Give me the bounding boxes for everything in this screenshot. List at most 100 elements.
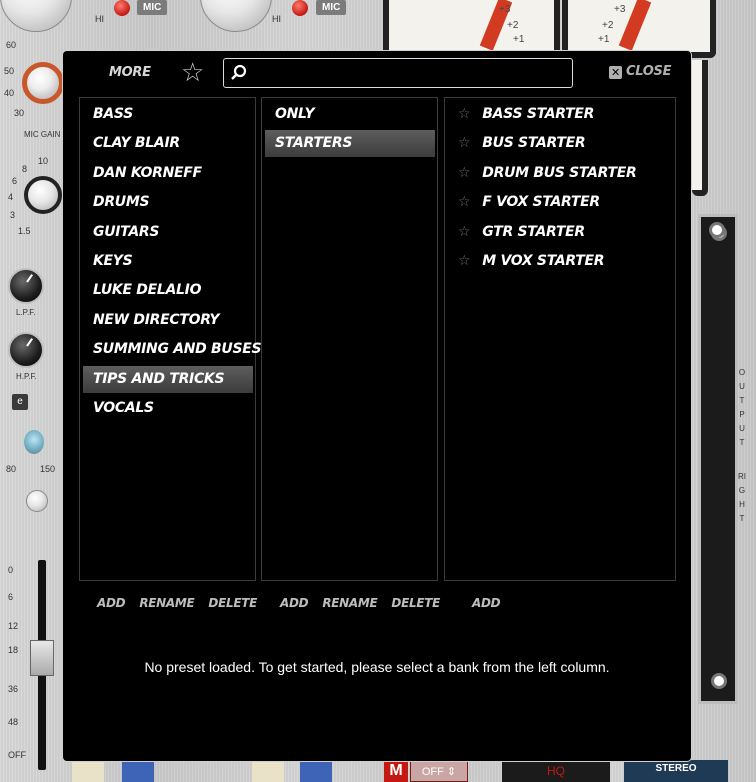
close-icon: ✕ <box>609 66 622 79</box>
search-box[interactable] <box>223 58 573 88</box>
rename-bank-button[interactable]: RENAME <box>139 596 194 610</box>
preset-item-f-vox-starter[interactable]: ☆ F VOX STARTER <box>448 189 672 216</box>
bank-item-luke-delalio[interactable]: LUKE DELALIO <box>83 277 253 304</box>
meter-scale-left-3: +3 <box>499 4 511 15</box>
fader-scale-6: 6 <box>8 592 14 602</box>
gain-scale-30: 30 <box>14 108 25 118</box>
preset-item-bus-starter[interactable]: ☆ BUS STARTER <box>448 130 672 157</box>
fader-handle[interactable] <box>30 640 54 676</box>
banks-actions: ADD RENAME DELETE <box>97 596 271 610</box>
lpf-knob[interactable] <box>8 268 44 304</box>
output-label: OUTPUT <box>738 368 746 447</box>
favorite-star-icon[interactable]: ☆ <box>458 194 471 210</box>
add-bank-button[interactable]: ADD <box>97 596 126 610</box>
preset-item-bass-starter[interactable]: ☆ BASS STARTER <box>448 101 672 128</box>
favorite-star-icon[interactable]: ☆ <box>458 165 471 181</box>
bottom-button-left-2[interactable] <box>122 760 154 782</box>
fader-scale-48: 48 <box>8 717 19 727</box>
mic-led-left[interactable] <box>114 0 130 16</box>
knob2-scale-10: 10 <box>38 156 49 166</box>
knob2-scale-6: 6 <box>12 176 18 186</box>
hpf-label: H.P.F. <box>16 372 37 381</box>
hi-label-2: HI <box>272 14 281 24</box>
favorite-star-icon[interactable]: ☆ <box>458 224 471 240</box>
fader-scale-0: 0 <box>8 565 14 575</box>
preset-label: BASS STARTER <box>482 106 595 122</box>
gain-scale-50: 50 <box>4 66 15 76</box>
delete-bank-button[interactable]: DELETE <box>208 596 257 610</box>
stereo-button[interactable]: STEREO <box>624 760 728 782</box>
meter-scale-right-2: +2 <box>602 20 614 31</box>
more-button[interactable]: MORE <box>109 65 151 80</box>
hpf-knob[interactable] <box>8 332 44 368</box>
fader-scale-18: 18 <box>8 645 19 655</box>
meter-scale-right-3: +3 <box>614 4 626 15</box>
preset-browser-dialog: MORE ☆ ✕ CLOSE BASS CLAY BLAIR DAN KORNEF… <box>62 50 692 762</box>
fader-scale-12: 12 <box>8 621 19 631</box>
mic-gain-knob[interactable] <box>22 62 64 104</box>
knob2-scale-4: 4 <box>8 192 14 202</box>
favorite-star-icon[interactable]: ☆ <box>458 106 471 122</box>
m-button[interactable]: M <box>384 760 408 782</box>
preset-item-m-vox-starter[interactable]: ☆ M VOX STARTER <box>448 248 672 275</box>
gain-scale-60: 60 <box>6 40 17 50</box>
preset-item-drum-bus-starter[interactable]: ☆ DRUM BUS STARTER <box>448 160 672 187</box>
search-input[interactable] <box>252 62 566 84</box>
mic-gain-label: MIC GAIN <box>24 130 61 139</box>
hq-button[interactable]: HQ <box>502 760 610 782</box>
bank-item-tips-and-tricks[interactable]: TIPS AND TRICKS <box>83 366 253 393</box>
bottom-button-mid-1[interactable] <box>252 760 284 782</box>
off-selector-label: OFF <box>421 766 444 778</box>
preset-label: M VOX STARTER <box>482 253 605 269</box>
meter-scale-left-1: +1 <box>513 34 525 45</box>
add-folder-button[interactable]: ADD <box>280 596 309 610</box>
favorite-star-icon[interactable]: ☆ <box>458 135 471 151</box>
folder-item-only[interactable]: ONLY <box>265 101 435 128</box>
bank-item-new-directory[interactable]: NEW DIRECTORY <box>83 307 253 334</box>
bank-item-clay-blair[interactable]: CLAY BLAIR <box>83 130 253 157</box>
frequency-knob[interactable] <box>24 176 62 214</box>
bottom-button-mid-2[interactable] <box>300 760 332 782</box>
fader-scale-off: OFF <box>8 750 26 760</box>
bank-item-dan-korneff[interactable]: DAN KORNEFF <box>83 160 253 187</box>
up-down-icon: ⇕ <box>446 766 457 778</box>
screw-icon-bottom <box>711 673 727 689</box>
delete-folder-button[interactable]: DELETE <box>391 596 440 610</box>
preset-label: DRUM BUS STARTER <box>482 165 637 181</box>
hp-high-label: 150 <box>40 464 56 474</box>
search-icon <box>231 64 247 80</box>
vu-meter-right-lower <box>692 60 708 196</box>
off-selector[interactable]: OFF ⇕ <box>410 760 468 782</box>
bank-item-bass[interactable]: BASS <box>83 101 253 128</box>
mic-badge-left[interactable]: MIC <box>137 0 168 15</box>
mic-badge-right[interactable]: MIC <box>316 0 347 15</box>
rename-folder-button[interactable]: RENAME <box>322 596 377 610</box>
hp-low-label: 80 <box>6 464 17 474</box>
toggle-switch[interactable] <box>24 430 44 454</box>
close-button[interactable]: ✕ CLOSE <box>609 64 671 79</box>
e-button[interactable]: e <box>12 394 28 410</box>
preset-label: GTR STARTER <box>482 224 585 240</box>
bottom-button-left-1[interactable] <box>72 760 104 782</box>
bank-item-guitars[interactable]: GUITARS <box>83 219 253 246</box>
bank-item-vocals[interactable]: VOCALS <box>83 395 253 422</box>
meter-scale-right-1: +1 <box>598 34 610 45</box>
knob2-scale-1-5: 1.5 <box>18 226 31 236</box>
favorites-star-icon[interactable]: ☆ <box>181 59 204 85</box>
bank-item-summing-and-buses[interactable]: SUMMING AND BUSES <box>83 336 262 363</box>
banks-column[interactable]: BASS CLAY BLAIR DAN KORNEFF DRUMS GUITAR… <box>79 97 262 581</box>
small-circle-icon[interactable] <box>26 490 48 512</box>
favorite-star-icon[interactable]: ☆ <box>458 253 471 269</box>
presets-column[interactable]: ☆ BASS STARTER ☆ BUS STARTER ☆ DRUM BUS STA… <box>444 97 676 581</box>
fader-scale-36: 36 <box>8 684 19 694</box>
preset-item-gtr-starter[interactable]: ☆ GTR STARTER <box>448 219 672 246</box>
folder-item-starters[interactable]: STARTERS <box>265 130 435 157</box>
mic-led-right[interactable] <box>292 0 308 16</box>
bank-item-keys[interactable]: KEYS <box>83 248 253 275</box>
presets-actions: ADD <box>472 596 514 610</box>
preset-label: F VOX STARTER <box>482 194 600 210</box>
folders-column[interactable]: ONLY STARTERS <box>261 97 438 581</box>
hi-label: HI <box>95 14 104 24</box>
add-preset-button[interactable]: ADD <box>472 596 501 610</box>
bank-item-drums[interactable]: DRUMS <box>83 189 253 216</box>
